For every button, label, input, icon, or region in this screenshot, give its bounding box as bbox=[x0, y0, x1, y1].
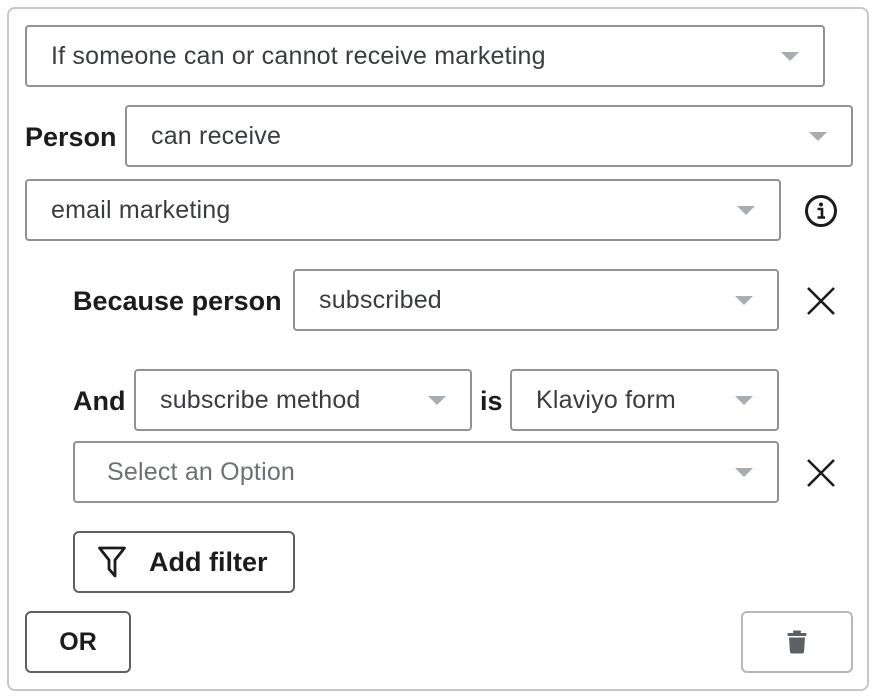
because-person-label: Because person bbox=[73, 286, 282, 316]
person-label: Person bbox=[25, 122, 117, 152]
condition-group-panel: If someone can or cannot receive marketi… bbox=[7, 7, 869, 691]
option-select[interactable]: Select an Option bbox=[73, 441, 779, 503]
marketing-channel-value: email marketing bbox=[51, 195, 231, 224]
and-label: And bbox=[73, 386, 126, 416]
chevron-down-icon bbox=[735, 395, 753, 405]
delete-group-button[interactable] bbox=[741, 611, 853, 673]
subscription-reason-value: subscribed bbox=[319, 285, 442, 314]
chevron-down-icon bbox=[428, 395, 446, 405]
add-filter-button[interactable]: Add filter bbox=[73, 531, 295, 593]
info-icon[interactable] bbox=[801, 191, 841, 231]
condition-type-select[interactable]: If someone can or cannot receive marketi… bbox=[25, 25, 825, 87]
condition-type-value: If someone can or cannot receive marketi… bbox=[51, 41, 546, 70]
chevron-down-icon bbox=[735, 467, 753, 477]
chevron-down-icon bbox=[809, 131, 827, 141]
close-icon bbox=[807, 459, 835, 487]
filter-icon bbox=[98, 546, 126, 578]
chevron-down-icon bbox=[781, 51, 799, 61]
or-label: OR bbox=[59, 627, 97, 656]
chevron-down-icon bbox=[735, 295, 753, 305]
subscription-reason-select[interactable]: subscribed bbox=[293, 269, 779, 331]
close-icon bbox=[807, 287, 835, 315]
person-can-receive-select[interactable]: can receive bbox=[125, 105, 853, 167]
filter-property-value: subscribe method bbox=[160, 385, 361, 414]
filter-property-select[interactable]: subscribe method bbox=[134, 369, 472, 431]
is-label: is bbox=[480, 386, 503, 416]
person-can-receive-value: can receive bbox=[151, 121, 282, 150]
option-select-placeholder: Select an Option bbox=[107, 457, 296, 486]
filter-value-value: Klaviyo form bbox=[536, 385, 676, 414]
or-button[interactable]: OR bbox=[25, 611, 131, 673]
remove-filter-button[interactable] bbox=[801, 453, 841, 493]
trash-icon bbox=[787, 630, 807, 654]
marketing-channel-select[interactable]: email marketing bbox=[25, 179, 781, 241]
add-filter-label: Add filter bbox=[149, 546, 268, 577]
filter-value-select[interactable]: Klaviyo form bbox=[510, 369, 779, 431]
remove-reason-button[interactable] bbox=[801, 281, 841, 321]
chevron-down-icon bbox=[737, 205, 755, 215]
